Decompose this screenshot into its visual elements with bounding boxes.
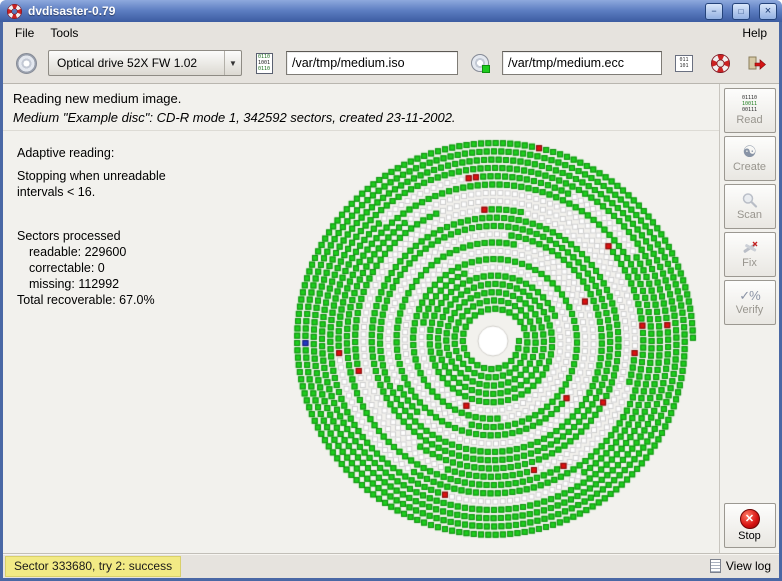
total-recoverable: Total recoverable: 67.0% [17,292,166,308]
drive-select-value: Optical drive 52X FW 1.02 [57,56,224,70]
iso-path-input[interactable] [286,51,458,75]
menu-file[interactable]: File [7,24,42,42]
chevron-down-icon [224,51,241,75]
close-button[interactable] [759,3,777,20]
help-button[interactable] [705,48,735,78]
ecc-file-button[interactable] [465,48,495,78]
verify-button[interactable]: Verify [724,280,776,325]
stop-icon [740,509,760,529]
drive-select[interactable]: Optical drive 52X FW 1.02 [48,50,242,76]
image-file-button[interactable]: 011010010110 [249,48,279,78]
work-area: Adaptive reading: Stopping when unreadab… [3,131,719,553]
status-line-1: Reading new medium image. [13,91,709,106]
app-window: dvdisaster-0.79 File Tools Help Optical … [0,0,782,581]
preferences-button[interactable]: 011101 [669,48,699,78]
app-icon [7,4,22,19]
fix-button[interactable]: Fix [724,232,776,277]
verify-icon [739,289,759,303]
fix-button-label: Fix [742,257,757,269]
ecc-path-input[interactable] [502,51,662,75]
scan-icon [741,192,759,208]
menu-help[interactable]: Help [734,24,775,42]
toolbar: Optical drive 52X FW 1.02 011010010110 0… [3,43,779,84]
stopping-line-1: Stopping when unreadable [17,168,166,184]
read-button[interactable]: 011101001100111 Read [724,88,776,133]
view-log-label: View log [726,559,771,573]
preferences-icon: 011101 [675,55,693,72]
status-area: Reading new medium image. Medium "Exampl… [3,84,719,131]
scan-button-label: Scan [737,209,762,221]
read-button-label: Read [736,114,762,126]
read-icon: 011101001100111 [742,95,757,113]
scan-button[interactable]: Scan [724,184,776,229]
view-log-button[interactable]: View log [710,559,771,573]
main-panel: Reading new medium image. Medium "Exampl… [3,84,719,553]
verify-button-label: Verify [736,304,764,316]
sectors-missing: missing: 112992 [17,276,166,292]
window-title: dvdisaster-0.79 [28,4,696,18]
quit-button[interactable] [741,48,771,78]
disc-drive-icon [16,53,37,74]
action-sidebar: 011101001100111 Read Create Scan [719,84,779,553]
stop-button-label: Stop [738,530,761,542]
fix-icon [741,240,759,256]
minimize-button[interactable] [705,3,723,20]
create-button[interactable]: Create [724,136,776,181]
maximize-button[interactable] [732,3,750,20]
image-file-icon: 011010010110 [256,53,273,74]
stop-button[interactable]: Stop [724,503,776,548]
sectors-readable: readable: 229600 [17,244,166,260]
create-button-label: Create [733,161,766,173]
disc-spiral-visualization [283,133,703,549]
statusbar: Sector 333680, try 2: success View log [3,553,779,578]
ecc-file-icon [471,54,489,72]
titlebar[interactable]: dvdisaster-0.79 [0,0,782,22]
menubar: File Tools Help [3,22,779,43]
drive-select-button[interactable] [11,48,41,78]
status-line-2: Medium "Example disc": CD-R mode 1, 3425… [13,110,709,125]
life-ring-icon [711,54,730,73]
sectors-correctable: correctable: 0 [17,260,166,276]
stopping-line-2: intervals < 16. [17,184,166,200]
sectors-processed-title: Sectors processed [17,228,166,244]
menu-tools[interactable]: Tools [42,24,86,42]
quit-icon [747,54,766,72]
log-page-icon [710,559,721,573]
reading-info-panel: Adaptive reading: Stopping when unreadab… [17,145,166,308]
create-icon [742,144,756,160]
status-message: Sector 333680, try 2: success [5,556,181,577]
adaptive-reading-title: Adaptive reading: [17,145,166,161]
